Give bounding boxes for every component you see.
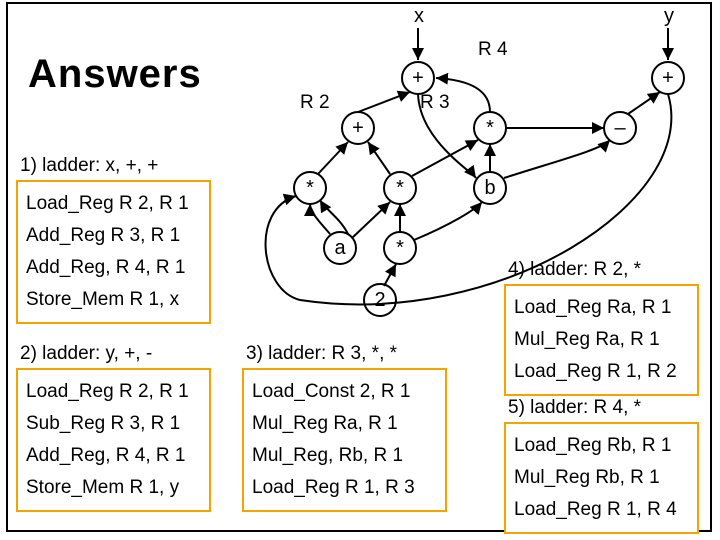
ladder2-line: Add_Reg, R 4, R 1 [26, 440, 201, 472]
ladder4-box: Load_Reg Ra, R 1 Mul_Reg Ra, R 1 Load_Re… [504, 284, 699, 396]
ladder2-header: 2) ladder: y, +, - [20, 343, 152, 365]
ladder1-line: Add_Reg R 3, R 1 [26, 220, 201, 252]
ladder2-line: Sub_Reg R 3, R 1 [26, 408, 201, 440]
ladder1-line: Load_Reg R 2, R 1 [26, 188, 201, 220]
ladder5-line: Load_Reg Rb, R 1 [514, 430, 689, 462]
ladder5-line: Mul_Reg Rb, R 1 [514, 462, 689, 494]
ladder3-line: Mul_Reg Ra, R 1 [252, 408, 437, 440]
ladder5-box: Load_Reg Rb, R 1 Mul_Reg Rb, R 1 Load_Re… [504, 422, 699, 534]
ladder4-line: Mul_Reg Ra, R 1 [514, 324, 689, 356]
ladder3-box: Load_Const 2, R 1 Mul_Reg Ra, R 1 Mul_Re… [242, 368, 447, 512]
ladder2-line: Store_Mem R 1, y [26, 472, 201, 504]
ladder3-line: Load_Reg R 1, R 3 [252, 472, 437, 504]
ladder1-box: Load_Reg R 2, R 1 Add_Reg R 3, R 1 Add_R… [16, 180, 211, 324]
page-title: Answers [28, 52, 202, 97]
ladder5-header: 5) ladder: R 4, * [508, 397, 641, 419]
ladder3-header: 3) ladder: R 3, *, * [246, 343, 397, 365]
ladder1-header: 1) ladder: x, +, + [20, 155, 158, 177]
ladder3-line: Mul_Reg, Rb, R 1 [252, 440, 437, 472]
ladder3-line: Load_Const 2, R 1 [252, 376, 437, 408]
ladder1-line: Add_Reg, R 4, R 1 [26, 252, 201, 284]
ladder2-box: Load_Reg R 2, R 1 Sub_Reg R 3, R 1 Add_R… [16, 368, 211, 512]
ladder4-header: 4) ladder: R 2, * [508, 259, 641, 281]
ladder2-line: Load_Reg R 2, R 1 [26, 376, 201, 408]
ladder4-line: Load_Reg Ra, R 1 [514, 292, 689, 324]
ladder5-line: Load_Reg R 1, R 4 [514, 494, 689, 526]
ladder4-line: Load_Reg R 1, R 2 [514, 356, 689, 388]
ladder1-line: Store_Mem R 1, x [26, 284, 201, 316]
